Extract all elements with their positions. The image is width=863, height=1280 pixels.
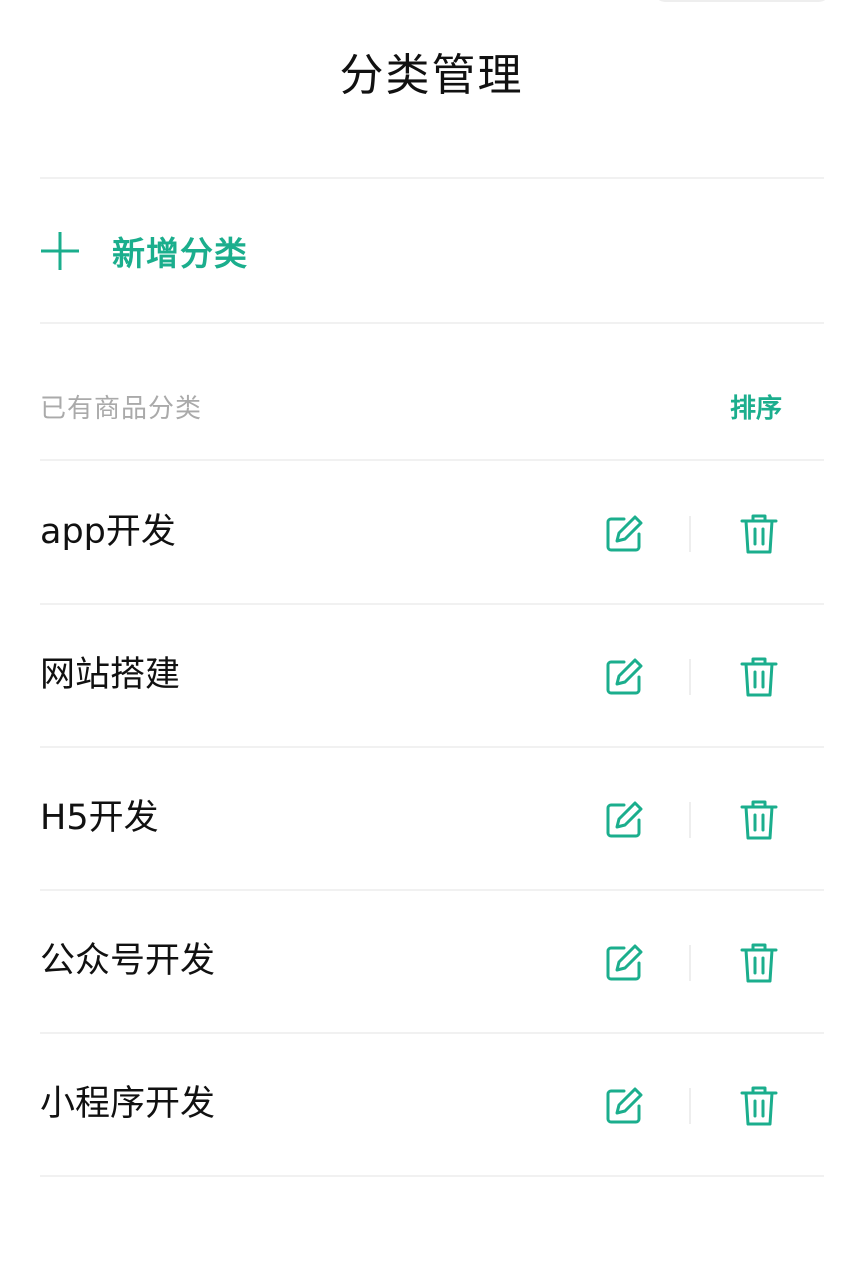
edit-icon [602, 798, 646, 842]
list-item: 小程序开发 [40, 1034, 824, 1177]
top-capsule [652, 0, 832, 2]
sort-button[interactable]: 排序 [730, 384, 782, 434]
edit-icon [602, 512, 646, 556]
plus-icon [40, 231, 80, 271]
action-divider [689, 659, 691, 695]
category-name: H5开发 [40, 798, 159, 838]
action-divider [689, 516, 691, 552]
add-category-button[interactable]: 新增分类 [40, 180, 824, 322]
section-title: 已有商品分类 [40, 394, 203, 424]
section-header: 已有商品分类 排序 [40, 384, 824, 434]
category-name: 小程序开发 [40, 1084, 216, 1124]
add-category-label: 新增分类 [112, 234, 248, 273]
action-divider [689, 802, 691, 838]
action-divider [689, 945, 691, 981]
divider [40, 459, 824, 461]
edit-icon [602, 1084, 646, 1128]
list-item: H5开发 [40, 748, 824, 891]
edit-button[interactable] [602, 798, 646, 842]
trash-icon [740, 655, 778, 699]
delete-button[interactable] [740, 1084, 778, 1128]
edit-button[interactable] [602, 1084, 646, 1128]
category-name: app开发 [40, 512, 176, 552]
trash-icon [740, 1084, 778, 1128]
divider [40, 322, 824, 324]
page-title: 分类管理 [339, 50, 524, 101]
delete-button[interactable] [740, 512, 778, 556]
delete-button[interactable] [740, 941, 778, 985]
edit-icon [602, 941, 646, 985]
list-item: app开发 [40, 462, 824, 605]
edit-icon [602, 655, 646, 699]
edit-button[interactable] [602, 512, 646, 556]
edit-button[interactable] [602, 655, 646, 699]
delete-button[interactable] [740, 798, 778, 842]
trash-icon [740, 512, 778, 556]
category-name: 网站搭建 [40, 655, 181, 695]
trash-icon [740, 941, 778, 985]
edit-button[interactable] [602, 941, 646, 985]
divider [40, 177, 824, 179]
trash-icon [740, 798, 778, 842]
delete-button[interactable] [740, 655, 778, 699]
list-item: 网站搭建 [40, 605, 824, 748]
category-name: 公众号开发 [40, 941, 216, 981]
action-divider [689, 1088, 691, 1124]
category-list: app开发 网站搭建 H5开发 公众号开发 小程序开发 [40, 462, 824, 1177]
list-item: 公众号开发 [40, 891, 824, 1034]
